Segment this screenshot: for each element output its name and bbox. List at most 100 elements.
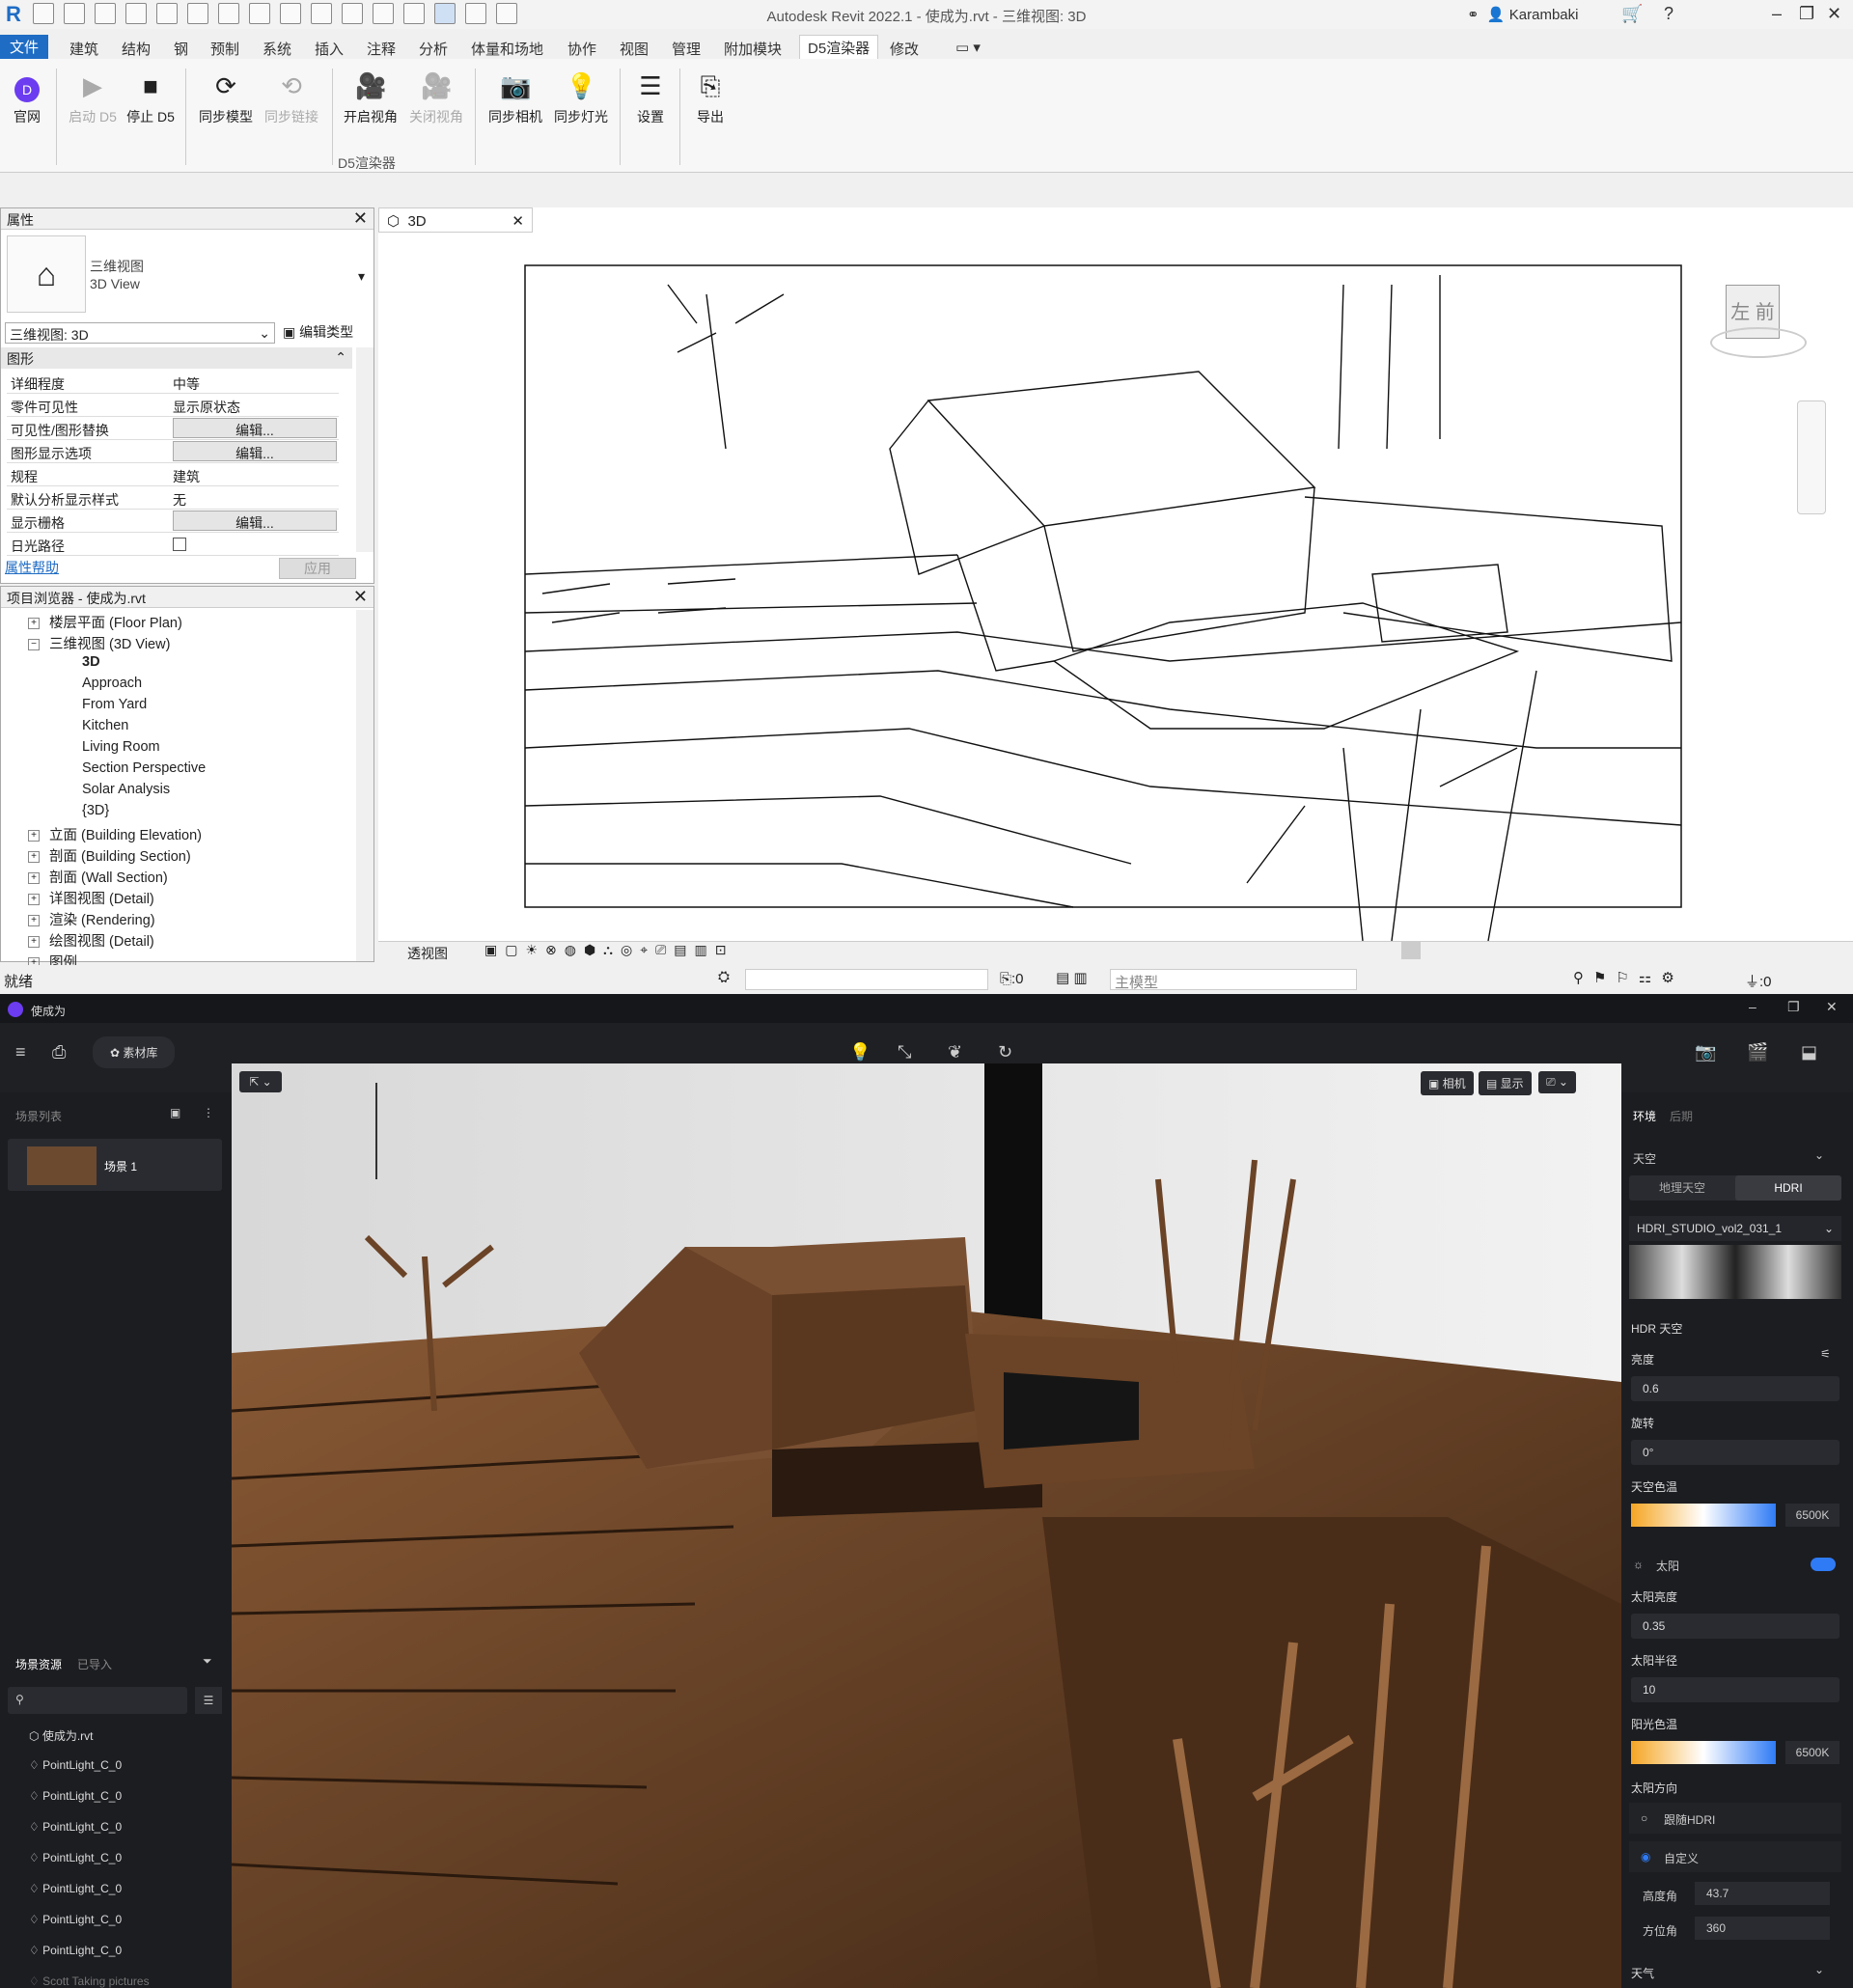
close-button[interactable]: ✕	[1826, 999, 1838, 1015]
model-dropdown[interactable]: 主模型	[1110, 969, 1357, 991]
tab-d5-render[interactable]: D5渲染器	[799, 35, 879, 60]
tab-annotate[interactable]: 注释	[367, 39, 396, 59]
expand-icon[interactable]: +	[28, 618, 40, 630]
browser-tree-item[interactable]: {3D}	[82, 803, 109, 818]
adjust-icon[interactable]: ⚟	[1820, 1347, 1831, 1361]
tab-file[interactable]: 文件	[0, 35, 49, 59]
properties-help-link[interactable]: 属性帮助	[5, 558, 59, 577]
render-icon[interactable]: ⬓	[1801, 1042, 1817, 1063]
tab-scene-assets[interactable]: 场景资源	[15, 1656, 62, 1672]
viewcube-front-face[interactable]: 前	[1756, 302, 1775, 323]
navigation-bar[interactable]	[1797, 400, 1826, 514]
worksets-icon[interactable]: ⛭	[718, 969, 730, 985]
sun-path-checkbox[interactable]	[173, 538, 186, 551]
ribbon-settings-button[interactable]: ☰ 设置	[627, 70, 674, 126]
menu-icon[interactable]: ≡	[15, 1042, 26, 1063]
leaf-icon[interactable]: ❦	[948, 1042, 962, 1063]
expand-icon[interactable]: +	[28, 894, 40, 906]
tab-hdri[interactable]: HDRI	[1735, 1175, 1841, 1201]
browser-tree-item[interactable]: + 楼层平面 (Floor Plan)	[28, 612, 182, 632]
share-icon[interactable]: ⇱ ⌄	[239, 1071, 282, 1092]
browser-tree-item[interactable]: Section Perspective	[82, 760, 206, 776]
more-icon[interactable]: ⋮	[203, 1106, 214, 1119]
sunlight-temp-value[interactable]: 6500K	[1785, 1741, 1839, 1764]
d5-render-viewport[interactable]: ⇱ ⌄ ▣ 相机 ▤ 显示 ⎚ ⌄	[232, 1063, 1621, 1988]
browser-tree-item[interactable]: 3D	[82, 654, 100, 670]
rotation-slider[interactable]: 0°	[1631, 1440, 1839, 1465]
path-icon[interactable]: ⤡	[898, 1042, 911, 1063]
video-icon[interactable]: 🎬	[1747, 1042, 1768, 1063]
tab-addins[interactable]: 附加模块	[724, 39, 782, 59]
filter-icon[interactable]: ⏚:0	[1745, 971, 1772, 991]
ribbon-start-d5-button[interactable]: ▶ 启动 D5	[64, 70, 122, 126]
tab-post[interactable]: 后期	[1670, 1108, 1693, 1124]
browser-tree-item[interactable]: + 立面 (Building Elevation)	[28, 824, 202, 844]
sun-radius-slider[interactable]: 10	[1631, 1677, 1839, 1702]
properties-scrollbar[interactable]	[356, 347, 373, 552]
close-button[interactable]: ✕	[1827, 4, 1841, 24]
ribbon-sync-link-button[interactable]: ⟲ 同步链接	[259, 70, 324, 126]
ribbon-export-button[interactable]: ⎘ 导出	[687, 70, 733, 126]
asset-item[interactable]: ♢ Scott Taking pictures	[29, 1974, 150, 1988]
asset-item[interactable]: ♢ PointLight_C_0	[29, 1820, 122, 1834]
sky-temp-gradient[interactable]	[1631, 1504, 1776, 1527]
asset-search-input[interactable]: ⚲	[8, 1687, 187, 1714]
add-scene-icon[interactable]: ▣	[170, 1106, 180, 1119]
browser-tree-item[interactable]: Solar Analysis	[82, 782, 170, 797]
3d-viewport[interactable]: 左 前	[378, 207, 1853, 960]
ribbon-sync-model-button[interactable]: ⟳ 同步模型	[193, 70, 259, 126]
chevron-down-icon[interactable]: ⌄	[1814, 1148, 1824, 1162]
list-view-icon[interactable]: ☰	[195, 1687, 222, 1714]
sun-brightness-slider[interactable]: 0.35	[1631, 1614, 1839, 1639]
custom-option[interactable]: ◉ 自定义	[1629, 1841, 1841, 1872]
tab-geo-sky[interactable]: 地理天空	[1629, 1175, 1735, 1201]
viewcube[interactable]: 左 前	[1710, 285, 1807, 362]
view-control-icons[interactable]: ▣▢☀⊗◍⬢⛬◎⌖⎚▤▥⊡	[484, 942, 733, 958]
camera-button[interactable]: ▣ 相机	[1421, 1071, 1474, 1095]
ribbon-sync-light-button[interactable]: 💡 同步灯光	[548, 70, 614, 126]
tab-structure[interactable]: 结构	[122, 39, 151, 59]
tab-environment[interactable]: 环境	[1633, 1108, 1656, 1124]
asset-item[interactable]: ♢ PointLight_C_0	[29, 1913, 122, 1926]
viewcube-left-face[interactable]: 左	[1730, 302, 1750, 323]
minimize-button[interactable]: –	[1749, 999, 1756, 1014]
browser-tree-item[interactable]: Living Room	[82, 739, 160, 755]
apply-button[interactable]: 应用	[279, 558, 356, 579]
restore-button[interactable]: ❐	[1799, 4, 1814, 24]
browser-tree-item[interactable]: + 剖面 (Wall Section)	[28, 867, 168, 887]
view-tab-3d[interactable]: ⬡ 3D ✕	[378, 207, 533, 233]
filter-icon[interactable]: ⏷	[203, 1654, 212, 1669]
view-mode-button[interactable]: ⎚ ⌄	[1538, 1071, 1576, 1093]
chevron-down-icon[interactable]: ⌄	[1814, 1963, 1824, 1976]
minimize-button[interactable]: –	[1772, 4, 1782, 24]
property-value[interactable]: 显示原状态	[173, 398, 240, 417]
asset-item[interactable]: ♢ PointLight_C_0	[29, 1882, 122, 1895]
close-icon[interactable]: ✕	[353, 208, 368, 229]
asset-item[interactable]: ♢ PointLight_C_0	[29, 1851, 122, 1864]
light-icon[interactable]: 💡	[849, 1042, 871, 1063]
cart-icon[interactable]: 🛒	[1621, 4, 1643, 24]
property-edit-button[interactable]: 编辑...	[173, 511, 337, 531]
close-icon[interactable]: ✕	[353, 587, 368, 607]
tab-massing[interactable]: 体量和场地	[471, 39, 543, 59]
display-button[interactable]: ▤ 显示	[1479, 1071, 1532, 1095]
restore-button[interactable]: ❐	[1787, 999, 1800, 1015]
view-selector[interactable]: 三维视图: 3D ⌄	[5, 322, 275, 344]
sunlight-temp-gradient[interactable]	[1631, 1741, 1776, 1764]
scene-item[interactable]: 场景 1	[8, 1139, 222, 1191]
context-dropdown[interactable]: ▭ ▾	[955, 39, 981, 56]
screenshot-icon[interactable]: 📷	[1695, 1042, 1716, 1063]
follow-hdri-option[interactable]: ○ 跟随HDRI	[1629, 1803, 1841, 1834]
tab-architecture[interactable]: 建筑	[69, 39, 98, 59]
editable-only-icon[interactable]: ⎘:0	[1000, 971, 1024, 987]
altitude-slider[interactable]: 43.7	[1695, 1882, 1830, 1905]
expand-icon[interactable]: +	[28, 872, 40, 885]
browser-tree-item[interactable]: From Yard	[82, 697, 147, 712]
import-icon[interactable]: ⎙	[52, 1042, 66, 1063]
hdri-select[interactable]: HDRI_STUDIO_vol2_031_1 ⌄	[1629, 1216, 1841, 1241]
asset-item[interactable]: ♢ PointLight_C_0	[29, 1944, 122, 1957]
property-value[interactable]: 中等	[173, 374, 200, 394]
collapse-icon[interactable]: −	[28, 639, 40, 651]
viewcube-compass[interactable]	[1710, 327, 1807, 358]
sky-section[interactable]: 天空	[1633, 1150, 1656, 1167]
